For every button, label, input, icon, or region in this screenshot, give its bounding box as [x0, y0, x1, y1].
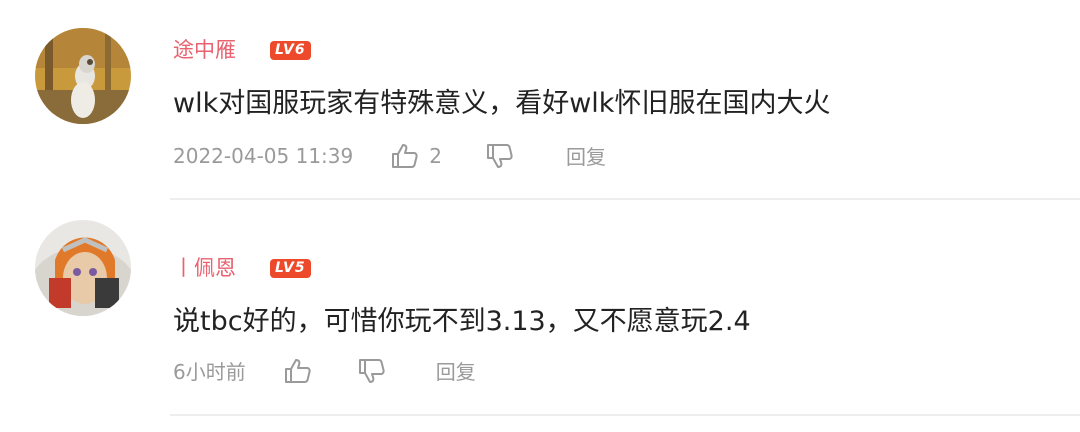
- avatar[interactable]: [35, 220, 131, 316]
- comment-header: 途中雁 LV6: [173, 36, 311, 64]
- comment-item: 丨佩恩 LV5 说tbc好的，可惜你玩不到3.13，又不愿意玩2.4 6小时前 …: [0, 200, 1080, 420]
- avatar[interactable]: [35, 28, 131, 124]
- timestamp: 6小时前: [173, 360, 246, 384]
- level-badge: LV6: [270, 40, 311, 60]
- comment-item: 途中雁 LV6 wlk对国服玩家有特殊意义，看好wlk怀旧服在国内大火 2022…: [0, 0, 1080, 200]
- comment-header: 丨佩恩 LV5: [173, 254, 311, 282]
- like-button[interactable]: [284, 358, 312, 384]
- like-count: 2: [429, 143, 442, 168]
- username[interactable]: 途中雁: [173, 36, 236, 64]
- comment-text: 说tbc好的，可惜你玩不到3.13，又不愿意玩2.4: [173, 306, 751, 337]
- dislike-button[interactable]: [486, 143, 514, 169]
- dog-photo-avatar-icon: [35, 28, 131, 124]
- thumbs-up-icon: [284, 358, 311, 383]
- divider: [170, 414, 1080, 416]
- comment-text: wlk对国服玩家有特殊意义，看好wlk怀旧服在国内大火: [173, 88, 831, 119]
- dislike-button[interactable]: [358, 358, 386, 384]
- reply-button[interactable]: 回复: [436, 356, 476, 385]
- anime-character-avatar-icon: [35, 220, 131, 316]
- thumbs-up-icon: [392, 143, 418, 168]
- like-button[interactable]: 2: [391, 143, 442, 169]
- thumbs-down-icon: [358, 358, 385, 383]
- reply-button[interactable]: 回复: [566, 141, 606, 170]
- timestamp: 2022-04-05 11:39: [173, 143, 354, 168]
- thumbs-down-icon: [486, 143, 513, 168]
- level-badge: LV5: [270, 258, 311, 278]
- username[interactable]: 丨佩恩: [173, 254, 236, 282]
- comment-meta: 2022-04-05 11:39 2 回复: [173, 141, 606, 170]
- comment-meta: 6小时前 回复: [173, 356, 476, 385]
